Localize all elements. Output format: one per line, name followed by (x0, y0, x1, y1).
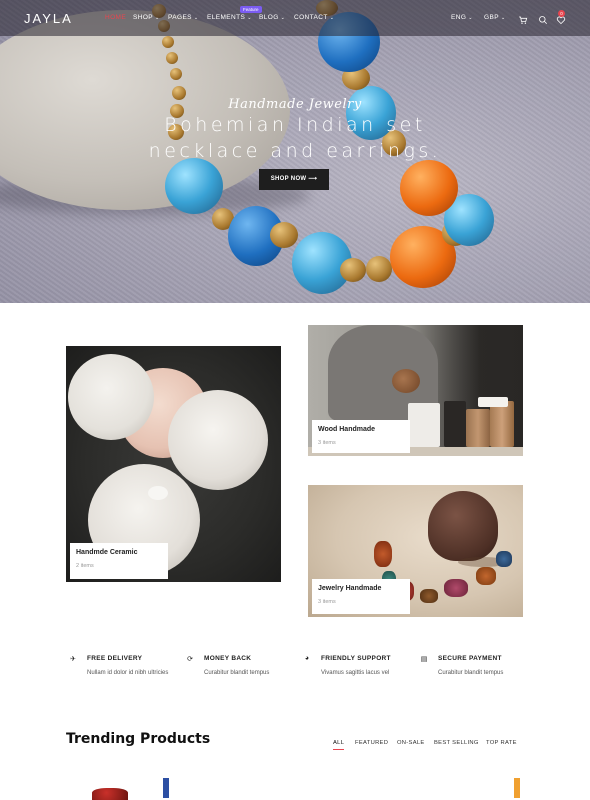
feature-description: Curabitur blandit tempus (438, 670, 504, 676)
category-title: Handmde Ceramic (76, 549, 138, 556)
hero-title-line2: necklace and earrings. (148, 140, 442, 162)
nav-item-blog[interactable]: BLOG ⌄ (259, 14, 285, 21)
feature-description: Curabitur blandit tempus (204, 670, 270, 676)
tab-featured[interactable]: FEATURED (355, 740, 388, 746)
chevron-down-icon: ⌄ (329, 15, 335, 21)
top-navigation: JAYLA HOME SHOP ⌄ PAGES ⌄ ELEMENTS ⌄ Featur… (0, 0, 590, 36)
refresh-icon: ⟳ (187, 656, 193, 663)
currency-label: GBP (484, 14, 499, 21)
chevron-down-icon: ⌄ (500, 15, 506, 21)
site-logo[interactable]: JAYLA (24, 11, 73, 26)
tab-on-sale[interactable]: ON-SALE (397, 740, 425, 746)
nav-item-home[interactable]: HOME (105, 14, 126, 21)
nav-item-label: BLOG (259, 14, 279, 21)
feature-title: FREE DELIVERY (87, 655, 143, 662)
category-card-ceramic[interactable]: Handmde Ceramic 2 items (66, 346, 281, 582)
hero-banner: Handmade Jewelry Bohemian Indian set nec… (0, 0, 590, 303)
shop-now-button[interactable]: SHOP NOW ⟶ (259, 169, 329, 190)
category-label: Wood Handmade 3 items (312, 420, 410, 453)
currency-selector[interactable]: GBP ⌄ (484, 14, 506, 21)
product-label-flag (163, 778, 169, 798)
chevron-down-icon: ⌄ (247, 15, 252, 21)
category-card-jewelry[interactable]: Jewelry Handmade 3 items (308, 485, 523, 617)
hero-subtitle: Handmade Jewelry (228, 97, 362, 112)
category-title: Wood Handmade (318, 426, 376, 433)
nav-item-label: HOME (105, 14, 127, 21)
category-card-wood[interactable]: Wood Handmade 3 items (308, 325, 523, 456)
tab-top-rate[interactable]: TOP RATE (486, 740, 517, 746)
hero-title-line1: Bohemian Indian set (164, 114, 426, 136)
chevron-down-icon: ⌄ (193, 15, 199, 21)
category-count: 3 items (318, 599, 336, 605)
nav-item-pages[interactable]: PAGES ⌄ (168, 14, 199, 21)
nav-item-label: CONTACT (294, 14, 328, 21)
trending-products-heading: Trending Products (66, 731, 211, 747)
chevron-down-icon: ⌄ (155, 15, 160, 21)
tab-best-selling[interactable]: BEST SELLING (434, 740, 479, 746)
cart-icon[interactable] (518, 12, 528, 24)
chevron-down-icon: ⌄ (468, 15, 473, 21)
category-title: Jewelry Handmade (318, 585, 382, 592)
product-label-flag (514, 778, 520, 798)
feature-badge: Feature (240, 6, 262, 13)
category-count: 3 items (318, 440, 336, 446)
language-selector[interactable]: ENG ⌄ (451, 14, 473, 21)
feature-title: MONEY BACK (204, 655, 252, 662)
language-label: ENG (451, 14, 467, 21)
nav-item-contact[interactable]: CONTACT ⌄ (294, 14, 334, 21)
support-icon: ◕ (304, 655, 310, 662)
feature-description: Nullam id dolor id nibh ultricies (87, 670, 169, 676)
category-count: 2 items (76, 563, 94, 569)
nav-item-label: PAGES (168, 14, 192, 21)
nav-item-label: ELEMENTS (207, 14, 246, 21)
nav-item-elements[interactable]: ELEMENTS ⌄ (207, 14, 252, 21)
active-tab-indicator (333, 749, 344, 750)
nav-item-label: SHOP (133, 14, 154, 21)
chevron-down-icon: ⌄ (280, 15, 286, 21)
plane-icon: ✈ (70, 656, 76, 663)
feature-title: SECURE PAYMENT (438, 655, 502, 662)
feature-title: FRIENDLY SUPPORT (321, 655, 391, 662)
cart-count-badge: 0 (558, 10, 565, 17)
tab-all[interactable]: ALL (333, 740, 344, 746)
feature-description: Vivamus sagittis lacus vel (321, 670, 390, 676)
card-icon: ▤ (420, 656, 428, 663)
search-icon[interactable] (538, 12, 548, 24)
category-label: Handmde Ceramic 2 items (70, 543, 168, 579)
product-image[interactable] (92, 788, 128, 800)
category-label: Jewelry Handmade 3 items (312, 579, 410, 614)
nav-item-shop[interactable]: SHOP ⌄ (133, 14, 160, 21)
